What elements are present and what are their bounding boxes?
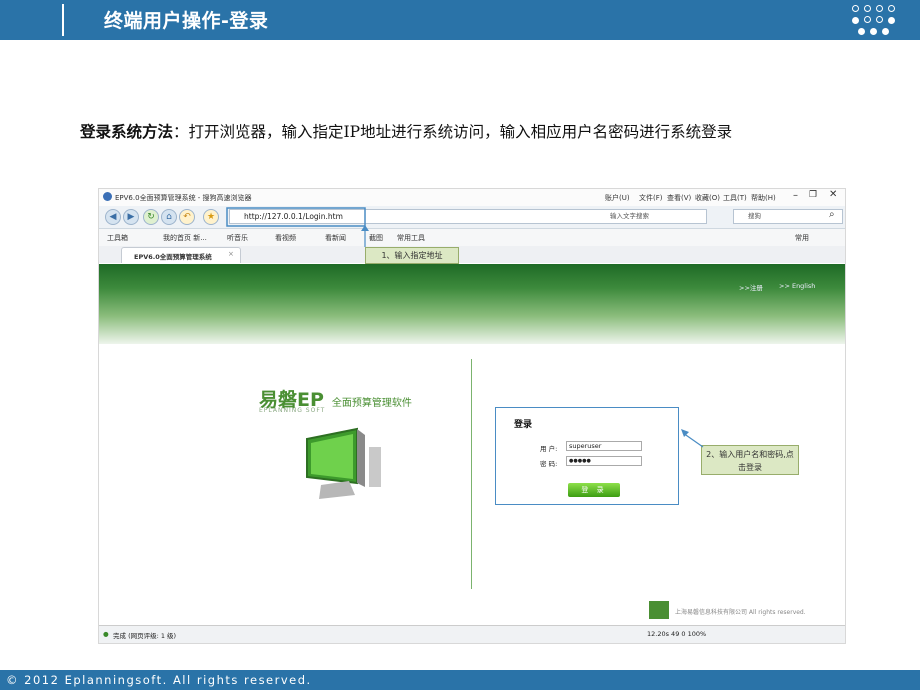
header-divider (62, 4, 64, 36)
company-logo-icon (649, 601, 669, 619)
callout-connectors (226, 207, 704, 448)
company-copyright: 上海易磐信息科技有限公司 All rights reserved. (675, 609, 806, 616)
description-text: ：打开浏览器，输入指定IP地址进行系统访问，输入相应用户名密码进行系统登录 (173, 123, 733, 141)
status-metrics: 12.20s 49 0 100% (647, 630, 707, 638)
slide-description: 登录系统方法：打开浏览器，输入指定IP地址进行系统访问，输入相应用户名密码进行系… (80, 118, 800, 146)
description-heading: 登录系统方法 (80, 122, 174, 141)
status-ok-icon: ● (103, 630, 109, 638)
slide-header: 终端用户操作-登录 (0, 0, 920, 40)
browser-screenshot: EPV6.0全面预算管理系统 - 搜狗高速浏览器 账户(U) 文件(F) 查看(… (98, 188, 846, 644)
browser-status-bar: ● 完成 (网页评级: 1 级) 12.20s 49 0 100% (99, 625, 845, 643)
status-text: 完成 (网页评级: 1 级) (113, 632, 177, 640)
slide-footer: © 2012 Eplanningsoft. All rights reserve… (0, 670, 920, 690)
slide-title: 终端用户操作-登录 (104, 10, 269, 32)
decorative-dots-icon (852, 4, 902, 36)
